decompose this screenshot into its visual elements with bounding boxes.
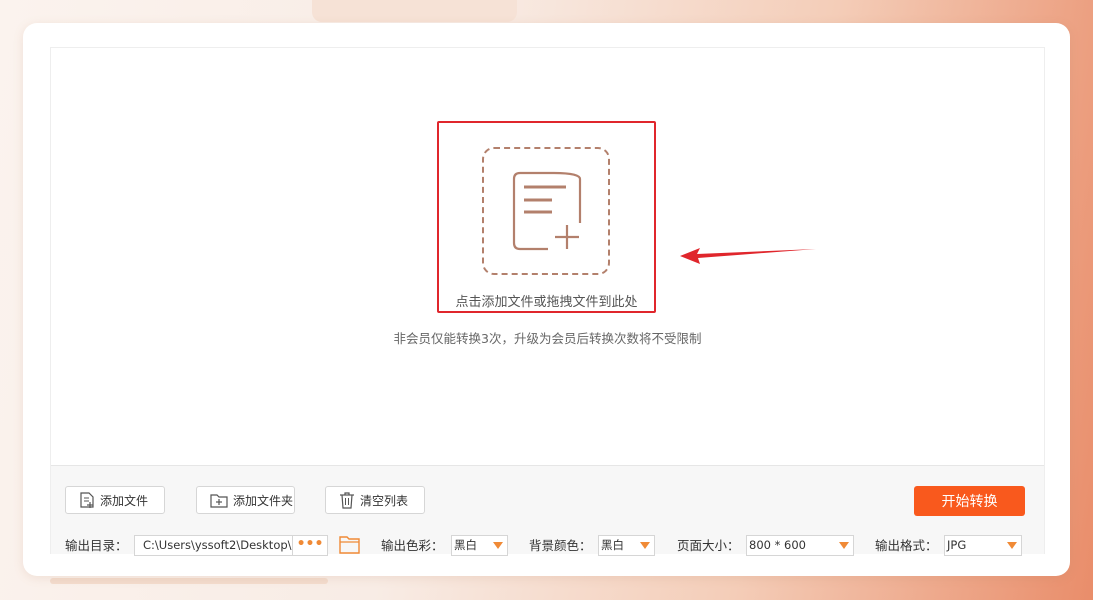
add-folder-label: 添加文件夹 bbox=[233, 493, 294, 508]
add-file-label: 添加文件 bbox=[100, 493, 149, 508]
dropdown-caret-icon bbox=[640, 542, 650, 549]
add-file-button[interactable]: 添加文件 bbox=[65, 486, 165, 514]
file-drop-area[interactable]: 点击添加文件或拖拽文件到此处 非会员仅能转换3次，升级为会员后转换次数将不受限制 bbox=[51, 48, 1044, 465]
background-strip bbox=[50, 578, 328, 584]
output-dir-label: 输出目录： bbox=[65, 538, 128, 553]
dropdown-caret-icon bbox=[493, 542, 503, 549]
add-folder-button[interactable]: 添加文件夹 bbox=[196, 486, 295, 514]
add-folder-icon bbox=[210, 494, 228, 508]
browse-dir-button[interactable]: ••• bbox=[292, 535, 328, 556]
background-color-label: 背景颜色： bbox=[529, 538, 592, 553]
converter-panel: 点击添加文件或拖拽文件到此处 非会员仅能转换3次，升级为会员后转换次数将不受限制… bbox=[50, 47, 1045, 556]
dropdown-caret-icon bbox=[839, 542, 849, 549]
background-color-value: 黑白 bbox=[601, 538, 624, 552]
drop-prompt-text: 点击添加文件或拖拽文件到此处 bbox=[455, 295, 638, 310]
bottom-toolbar: 添加文件 添加文件夹 清空列表 开始转换 输出目录： C:\Users\ysso… bbox=[51, 465, 1044, 556]
folder-icon[interactable] bbox=[338, 532, 362, 556]
add-file-icon bbox=[80, 492, 94, 508]
highlight-annotation-box: 点击添加文件或拖拽文件到此处 bbox=[437, 121, 656, 313]
page-size-label: 页面大小： bbox=[677, 538, 740, 553]
output-dir-field[interactable]: C:\Users\yssoft2\Desktop\ bbox=[134, 535, 293, 556]
background-tab-shape bbox=[312, 0, 517, 22]
output-color-select[interactable]: 黑白 bbox=[451, 535, 508, 556]
output-format-select[interactable]: JPG bbox=[944, 535, 1022, 556]
trash-icon bbox=[340, 492, 354, 509]
page-size-select[interactable]: 800 * 600 bbox=[746, 535, 854, 556]
add-file-dropzone[interactable] bbox=[482, 147, 610, 275]
clear-list-label: 清空列表 bbox=[360, 493, 409, 508]
output-color-value: 黑白 bbox=[454, 538, 477, 552]
document-add-icon bbox=[512, 171, 582, 251]
dropdown-caret-icon bbox=[1007, 542, 1017, 549]
output-format-label: 输出格式： bbox=[875, 538, 938, 553]
output-color-label: 输出色彩： bbox=[381, 538, 444, 553]
arrow-icon bbox=[680, 248, 816, 264]
member-notice: 非会员仅能转换3次，升级为会员后转换次数将不受限制 bbox=[393, 331, 702, 346]
clear-list-button[interactable]: 清空列表 bbox=[325, 486, 425, 514]
main-window: 点击添加文件或拖拽文件到此处 非会员仅能转换3次，升级为会员后转换次数将不受限制… bbox=[23, 23, 1070, 576]
page-size-value: 800 * 600 bbox=[749, 538, 806, 552]
start-convert-button[interactable]: 开始转换 bbox=[914, 486, 1025, 516]
background-color-select[interactable]: 黑白 bbox=[598, 535, 655, 556]
output-format-value: JPG bbox=[947, 538, 967, 552]
